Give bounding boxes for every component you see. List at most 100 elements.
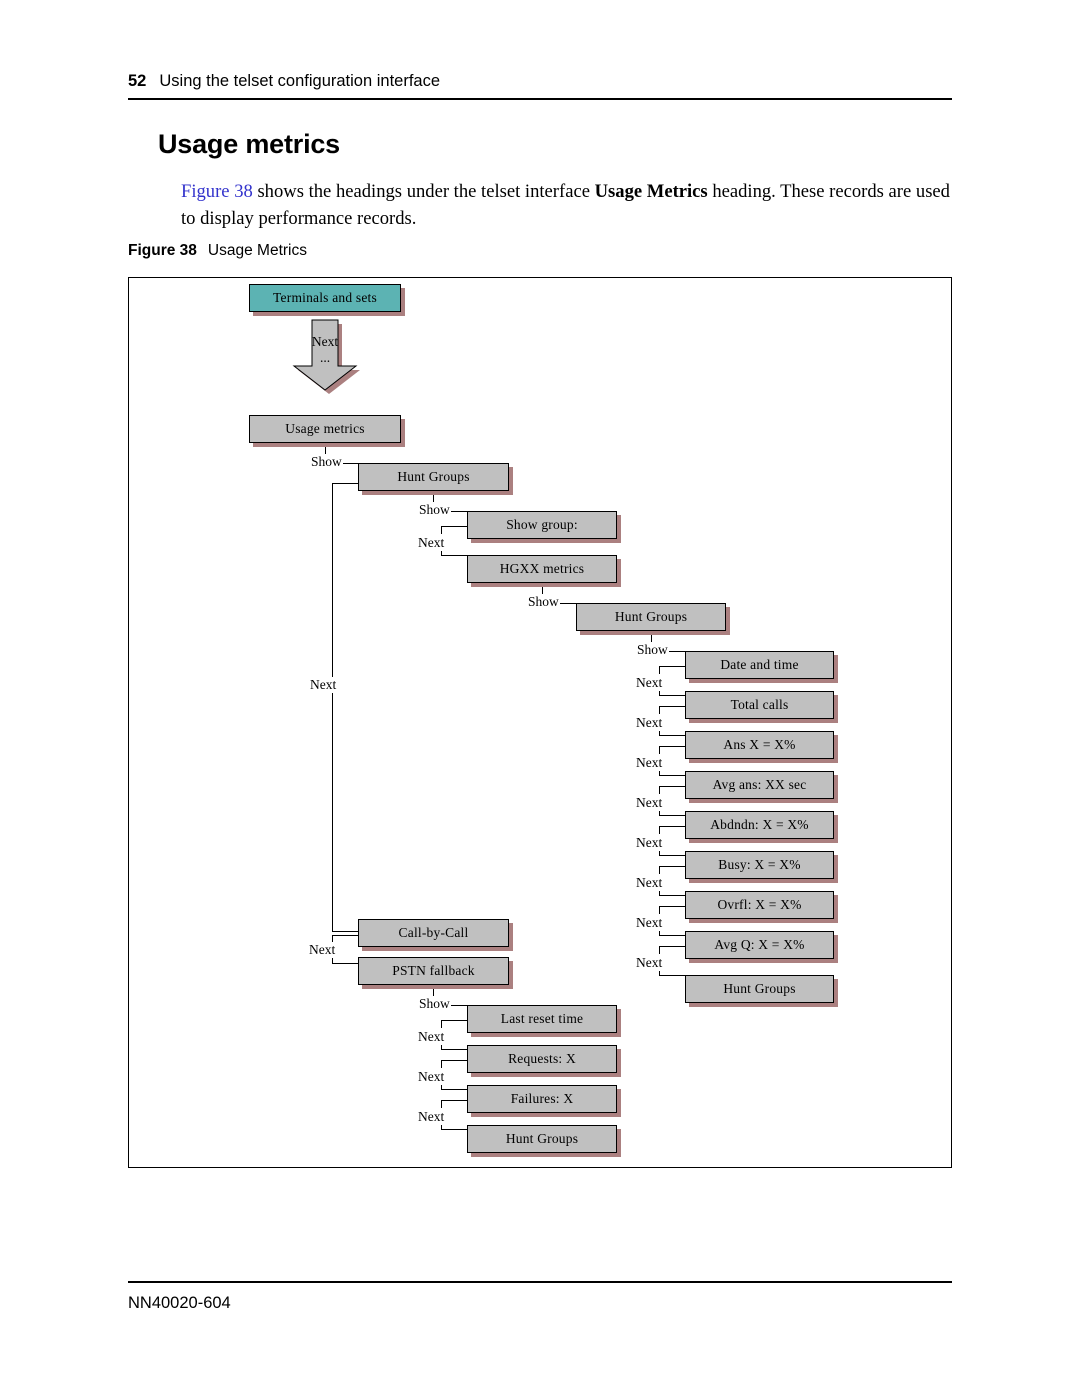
node-label: Total calls	[730, 697, 789, 712]
node-label: Call-by-Call	[398, 925, 469, 940]
connector-next8-top-h	[659, 866, 685, 867]
edge-label-next-7: Next	[635, 835, 664, 851]
header-running-title: Using the telset configuration interface	[159, 72, 441, 90]
node-label: Show group:	[506, 517, 578, 532]
edge-label-next-14: Next	[417, 1109, 446, 1125]
connector-next6-up-v	[659, 786, 660, 794]
header-rule	[128, 98, 952, 100]
node-label: Failures: X	[510, 1091, 574, 1106]
edge-label-next-8: Next	[635, 875, 664, 891]
paragraph-bold-term: Usage Metrics	[594, 181, 708, 202]
node-hunt-groups-3[interactable]: Hunt Groups	[685, 975, 834, 1003]
connector-next5-bot-h	[659, 775, 685, 776]
edge-label-next-2: Next	[417, 535, 446, 551]
node-pstn-fallback[interactable]: PSTN fallback	[358, 957, 509, 985]
connector-next-spine-top-h	[332, 483, 359, 484]
edge-label-show-3: Show	[527, 594, 560, 610]
node-hgxx-metrics[interactable]: HGXX metrics	[467, 555, 617, 583]
figure-frame: Terminals and sets Next ... Usage metric…	[128, 277, 952, 1168]
connector-next10-bot-h	[659, 975, 685, 976]
node-label: Avg ans: XX sec	[712, 777, 807, 792]
connector-next6-bot-h	[659, 815, 685, 816]
connector-next2-top-h	[441, 526, 467, 527]
node-total-calls[interactable]: Total calls	[685, 691, 834, 719]
connector-next9-top-h	[659, 906, 685, 907]
node-label: Abdndn: X = X%	[710, 817, 809, 832]
intro-paragraph: Figure 38 shows the headings under the t…	[181, 178, 954, 232]
node-label: Date and time	[720, 657, 799, 672]
connector-next7-up-v	[659, 826, 660, 834]
node-show-group[interactable]: Show group:	[467, 511, 617, 539]
connector-next13-up-v	[441, 1060, 442, 1068]
node-ans[interactable]: Ans X = X%	[685, 731, 834, 759]
node-busy[interactable]: Busy: X = X%	[685, 851, 834, 879]
connector-next-spine-bot-h	[332, 931, 358, 932]
node-label: Requests: X	[508, 1051, 576, 1066]
node-abdndn[interactable]: Abdndn: X = X%	[685, 811, 834, 839]
node-label: Hunt Groups	[505, 1131, 579, 1146]
connector-next12-up-v	[441, 1020, 442, 1028]
connector-next7-top-h	[659, 826, 685, 827]
node-failures[interactable]: Failures: X	[467, 1085, 617, 1113]
diagram-canvas: Terminals and sets Next ... Usage metric…	[129, 278, 951, 1167]
edge-label-next-1: Next	[309, 677, 338, 693]
edge-label-next-9: Next	[635, 915, 664, 931]
connector-next7-bot-h	[659, 855, 685, 856]
node-hunt-groups-2[interactable]: Hunt Groups	[576, 603, 726, 631]
node-call-by-call[interactable]: Call-by-Call	[358, 919, 509, 947]
header-page-number: 52	[128, 72, 147, 90]
node-last-reset-time[interactable]: Last reset time	[467, 1005, 617, 1033]
node-label: Ovrfl: X = X%	[717, 897, 802, 912]
edge-label-show-2: Show	[418, 502, 451, 518]
connector-next12-bot-h	[441, 1049, 467, 1050]
edge-label-show-5: Show	[418, 996, 451, 1012]
edge-label-show-4: Show	[636, 642, 669, 658]
arrow-next-block: Next ...	[290, 316, 360, 394]
connector-next2-up-v	[441, 526, 442, 534]
connector-next11-top-h	[332, 935, 358, 936]
node-avg-q[interactable]: Avg Q: X = X%	[685, 931, 834, 959]
connector-next8-bot-h	[659, 895, 685, 896]
connector-next3-bot-h	[659, 695, 685, 696]
node-label: Last reset time	[500, 1011, 584, 1026]
node-label: HGXX metrics	[499, 561, 585, 576]
connector-next14-bot-h	[441, 1129, 467, 1130]
connector-next3-top-h	[659, 666, 685, 667]
connector-next11-bot-h	[332, 963, 358, 964]
page-title: Usage metrics	[158, 129, 340, 159]
connector-next4-bot-h	[659, 735, 685, 736]
node-usage-metrics[interactable]: Usage metrics	[249, 415, 401, 443]
node-ovrfl[interactable]: Ovrfl: X = X%	[685, 891, 834, 919]
connector-next4-up-v	[659, 706, 660, 714]
node-terminals-and-sets[interactable]: Terminals and sets	[249, 284, 401, 312]
edge-label-next-12: Next	[417, 1029, 446, 1045]
connector-next5-up-v	[659, 746, 660, 754]
edge-label-next-11: Next	[308, 942, 337, 958]
node-date-and-time[interactable]: Date and time	[685, 651, 834, 679]
edge-label-next-4: Next	[635, 715, 664, 731]
figure-caption-label: Usage Metrics	[207, 242, 307, 259]
connector-next14-top-h	[441, 1100, 467, 1101]
node-label: Hunt Groups	[723, 981, 796, 996]
node-avg-ans[interactable]: Avg ans: XX sec	[685, 771, 834, 799]
node-hunt-groups-4[interactable]: Hunt Groups	[467, 1125, 617, 1153]
connector-next3-up-v	[659, 666, 660, 674]
page-header: 52 Using the telset configuration interfa…	[128, 72, 952, 91]
document-page: 52 Using the telset configuration interfa…	[0, 0, 1080, 1397]
node-label: Ans X = X%	[723, 737, 796, 752]
connector-next12-top-h	[441, 1020, 467, 1021]
connector-next9-bot-h	[659, 935, 685, 936]
figure-cross-reference-link[interactable]: Figure 38	[181, 181, 253, 202]
footer-rule	[128, 1281, 952, 1283]
node-label: Terminals and sets	[273, 290, 377, 305]
edge-label-next-5: Next	[635, 755, 664, 771]
figure-caption: Figure 38 Usage Metrics	[128, 242, 307, 260]
node-label: Hunt Groups	[397, 469, 470, 484]
node-label: Hunt Groups	[614, 609, 688, 624]
node-label: Busy: X = X%	[718, 857, 801, 872]
node-label: PSTN fallback	[392, 963, 475, 978]
edge-label-next-10: Next	[635, 955, 664, 971]
node-hunt-groups-1[interactable]: Hunt Groups	[358, 463, 509, 491]
connector-next8-up-v	[659, 866, 660, 874]
node-requests[interactable]: Requests: X	[467, 1045, 617, 1073]
